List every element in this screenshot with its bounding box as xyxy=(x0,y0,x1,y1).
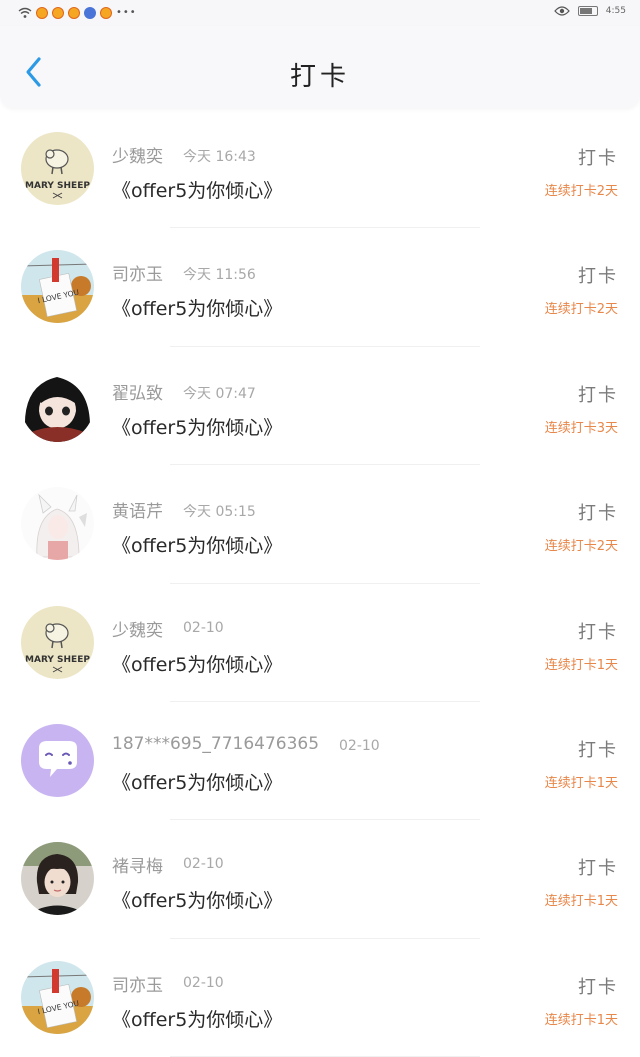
eye-comfort-icon xyxy=(553,6,570,16)
status-time: 4:55 xyxy=(605,6,626,16)
weibo-notification-icon xyxy=(36,7,48,19)
more-notifications-icon: ••• xyxy=(116,7,137,18)
user-name: 司亦玉 xyxy=(112,975,163,996)
checkin-list-inner: MARY SHEEP 少魏奕 今天 16:43 《offer5为你倾心》 打卡 连续打卡… xyxy=(0,110,640,1057)
avatar[interactable] xyxy=(21,487,94,561)
checkin-list-item[interactable]: MARY SHEEP 少魏奕 今天 16:43 《offer5为你倾心》 打卡连续打卡… xyxy=(0,110,640,229)
checkin-time: 今天 07:47 xyxy=(183,385,256,402)
avatar[interactable]: I LOVE YOU xyxy=(21,960,94,1034)
avatar[interactable] xyxy=(21,368,94,442)
page-title: 打卡 xyxy=(289,62,350,92)
user-name: 187***695_7716476365 xyxy=(112,733,320,754)
checkin-book-title: 《offer5为你倾心》 xyxy=(112,890,283,913)
checkin-list: MARY SHEEP 少魏奕 今天 16:43 《offer5为你倾心》 打卡 连续打卡… xyxy=(0,110,640,1057)
app-header: 打卡 xyxy=(0,26,640,108)
streak-label: 连续打卡3天 xyxy=(544,420,618,436)
status-bar-system: 4:55 xyxy=(553,6,626,16)
streak-label: 连续打卡1天 xyxy=(544,1012,618,1028)
wifi-icon xyxy=(18,7,32,18)
checkin-list-item[interactable]: MARY SHEEP 少魏奕 02-10 《offer5为你倾心》 打卡连续打卡1天 xyxy=(0,584,640,702)
checkin-button[interactable]: 打卡 xyxy=(578,499,618,525)
streak-label: 连续打卡1天 xyxy=(544,775,618,791)
checkin-book-title: 《offer5为你倾心》 xyxy=(112,1008,283,1031)
checkin-time: 02-10 xyxy=(339,737,380,754)
status-bar: ••• 4:55 xyxy=(0,0,640,26)
avatar[interactable] xyxy=(21,842,94,916)
weibo-notification-icon xyxy=(52,7,64,19)
avatar[interactable] xyxy=(21,723,94,797)
checkin-button[interactable]: 打卡 xyxy=(578,262,618,288)
checkin-button[interactable]: 打卡 xyxy=(578,736,618,762)
streak-label: 连续打卡1天 xyxy=(544,657,618,673)
checkin-button[interactable]: 打卡 xyxy=(578,618,618,644)
checkin-list-item[interactable]: 187***695_7716476365 02-10 《offer5为你倾心》 打卡连… xyxy=(0,702,640,821)
avatar[interactable]: MARY SHEEP xyxy=(21,605,94,679)
checkin-time: 02-10 xyxy=(183,856,224,873)
checkin-book-title: 《offer5为你倾心》 xyxy=(112,416,283,439)
user-name: 褚寻梅 xyxy=(112,857,163,878)
checkin-button[interactable]: 打卡 xyxy=(578,973,618,999)
svg-text:MARY SHEEP: MARY SHEEP xyxy=(25,655,90,665)
checkin-time: 今天 05:15 xyxy=(183,504,256,521)
weibo-notification-icon xyxy=(100,7,112,19)
battery-icon xyxy=(577,6,598,16)
checkin-time: 02-10 xyxy=(183,619,224,636)
user-name: 少魏奕 xyxy=(112,620,163,641)
user-name: 少魏奕 xyxy=(112,147,163,167)
avatar[interactable]: MARY SHEEP xyxy=(21,132,94,205)
weibo-notification-icon xyxy=(68,7,80,19)
checkin-button[interactable]: 打卡 xyxy=(578,854,618,880)
checkin-book-title: 《offer5为你倾心》 xyxy=(112,771,283,794)
status-bar-notifications: ••• xyxy=(18,6,137,20)
svg-text:MARY SHEEP: MARY SHEEP xyxy=(25,181,90,191)
user-name: 翟弘致 xyxy=(112,383,163,404)
checkin-list-item[interactable]: 黄语芹 今天 05:15 《offer5为你倾心》 打卡连续打卡2天 xyxy=(0,465,640,584)
checkin-time: 今天 16:43 xyxy=(183,149,256,165)
avatar[interactable]: I LOVE YOU xyxy=(21,250,94,324)
checkin-book-title: 《offer5为你倾心》 xyxy=(112,180,283,202)
checkin-button[interactable]: 打卡 xyxy=(578,381,618,407)
streak-label: 连续打卡2天 xyxy=(544,302,618,318)
checkin-time: 今天 11:56 xyxy=(183,267,256,284)
checkin-book-title: 《offer5为你倾心》 xyxy=(112,535,283,558)
checkin-book-title: 《offer5为你倾心》 xyxy=(112,653,283,676)
checkin-list-item[interactable]: I LOVE YOU 司亦玉 02-10 《offer5为你倾心》 打卡连续打卡1天 xyxy=(0,939,640,1057)
checkin-list-item[interactable]: 褚寻梅 02-10 《offer5为你倾心》 打卡连续打卡1天 xyxy=(0,820,640,939)
checkin-list-item[interactable]: I LOVE YOU 司亦玉 今天 11:56 《offer5为你倾心》 打卡连续打卡… xyxy=(0,228,640,347)
streak-label: 连续打卡2天 xyxy=(544,184,618,199)
user-name: 黄语芹 xyxy=(112,502,163,523)
checkin-time: 02-10 xyxy=(183,974,224,991)
app-notification-icon xyxy=(84,7,96,19)
streak-label: 连续打卡1天 xyxy=(544,894,618,910)
checkin-book-title: 《offer5为你倾心》 xyxy=(112,298,283,321)
checkin-list-item[interactable]: 翟弘致 今天 07:47 《offer5为你倾心》 打卡连续打卡3天 xyxy=(0,347,640,466)
checkin-button[interactable]: 打卡 xyxy=(578,144,618,170)
user-name: 司亦玉 xyxy=(112,265,163,286)
streak-label: 连续打卡2天 xyxy=(544,539,618,555)
